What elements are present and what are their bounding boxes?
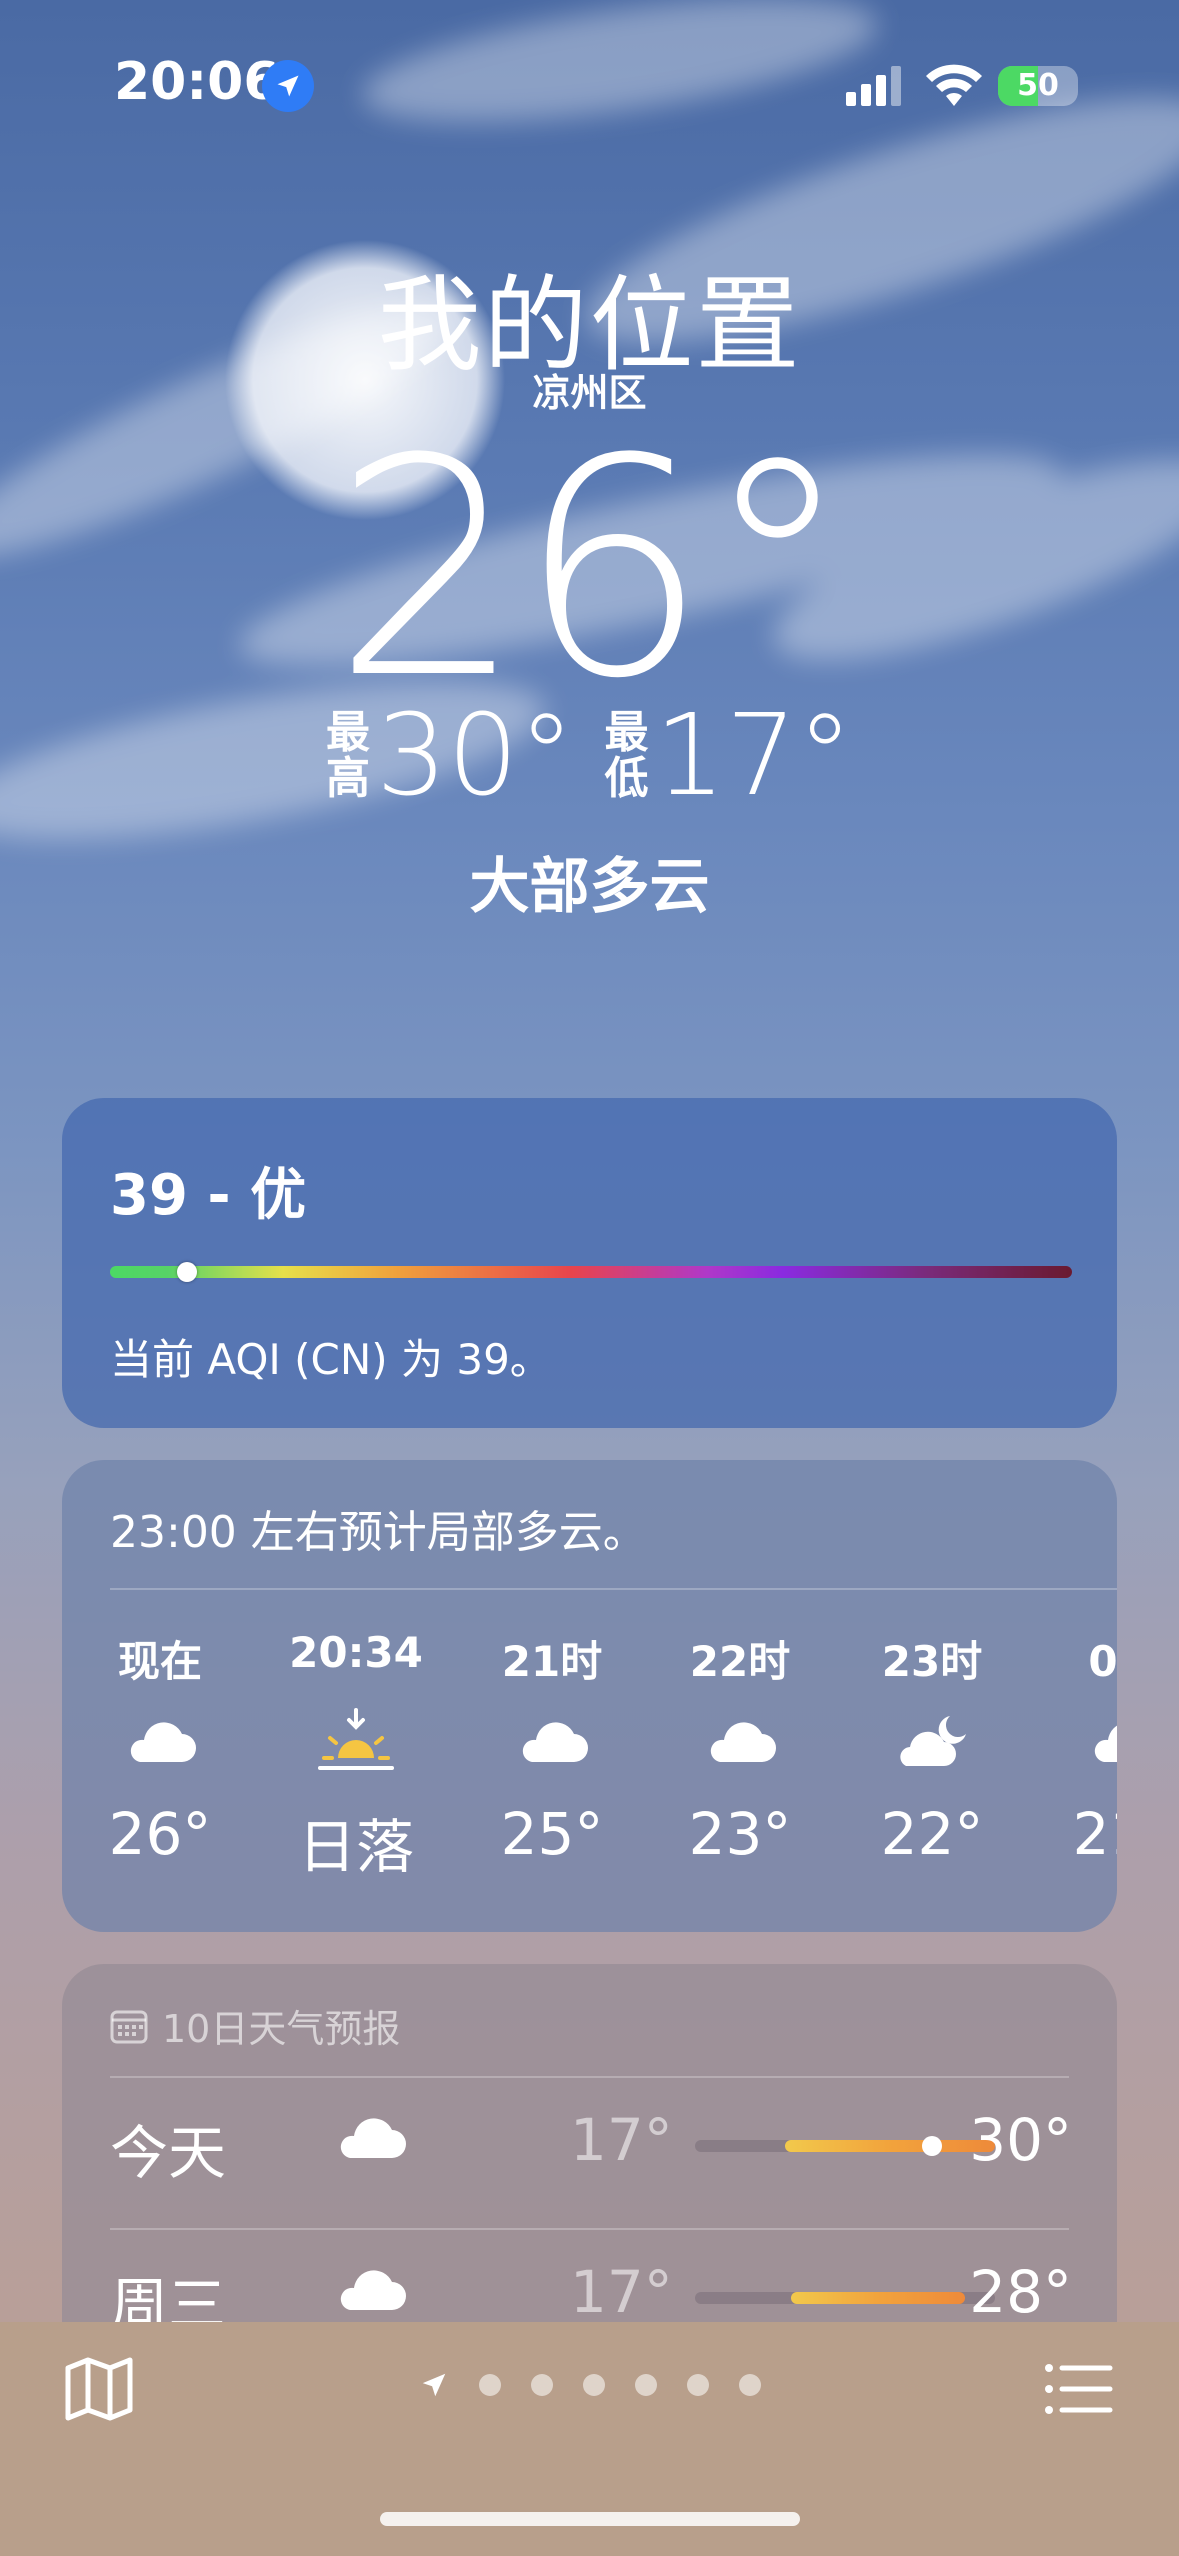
hour-item: 0时 21° — [1034, 1628, 1117, 1868]
page-dot — [686, 2374, 709, 2396]
hour-item: 现在 26° — [70, 1628, 250, 1868]
temp-range-fill — [785, 2140, 995, 2152]
current-temperature: 26° — [332, 395, 853, 744]
cloud-icon — [650, 1700, 830, 1780]
hour-label: 23时 — [881, 1637, 983, 1686]
hour-item: 20:34 日落 — [266, 1628, 446, 1884]
aqi-description: 当前 AQI (CN) 为 39。 — [110, 1335, 552, 1384]
hour-item: 21时 25° — [462, 1628, 642, 1868]
battery-icon: 50 — [998, 66, 1078, 106]
hour-item: 23时 22° — [842, 1628, 1022, 1868]
hour-temp: 25° — [500, 1800, 604, 1868]
location-arrow-icon — [262, 60, 314, 112]
current-temp-dot — [922, 2136, 942, 2156]
temp-range-fill — [791, 2292, 965, 2304]
cloud-icon — [332, 2264, 408, 2316]
day-high: 30° — [969, 2106, 1072, 2174]
hour-label: 20:34 — [289, 1628, 423, 1677]
high-label: 最高 — [325, 707, 370, 804]
hour-temp: 22° — [880, 1800, 984, 1868]
aqi-value: 39 - 优 — [110, 1163, 307, 1228]
cloud-icon — [70, 1700, 250, 1780]
wifi-icon — [926, 64, 982, 106]
temp-range-bar — [695, 2136, 995, 2156]
weather-condition: 大部多云 — [469, 852, 710, 922]
high-temperature: 30° — [375, 691, 575, 821]
hour-label: 0时 — [1088, 1637, 1117, 1686]
hour-label: 21时 — [501, 1637, 603, 1686]
daily-title: 10日天气预报 — [110, 1998, 400, 2053]
page-dot — [478, 2374, 501, 2396]
list-icon[interactable] — [1044, 2362, 1114, 2416]
page-indicator[interactable] — [0, 2370, 1179, 2400]
page-dot — [582, 2374, 605, 2396]
day-low: 17° — [570, 2106, 673, 2174]
cloud-icon — [1034, 1700, 1117, 1780]
hourly-summary: 23:00 左右预计局部多云。 — [110, 1507, 647, 1558]
status-bar: 20:06 50 — [0, 0, 1179, 170]
hour-temp: 23° — [688, 1800, 792, 1868]
temp-range-bar — [695, 2292, 995, 2304]
air-quality-card[interactable]: 39 - 优 当前 AQI (CN) 为 39。 — [62, 1098, 1117, 1428]
day-low: 17° — [570, 2258, 673, 2326]
hour-temp: 21° — [1072, 1800, 1117, 1868]
aqi-indicator — [176, 1262, 197, 1282]
cloud-icon — [462, 1700, 642, 1780]
aqi-scale-bar — [110, 1262, 1072, 1282]
daily-row[interactable]: 今天 17° 30° — [110, 2082, 1072, 2202]
hour-label: 22时 — [689, 1637, 791, 1686]
calendar-icon — [110, 2010, 148, 2043]
page-dot — [530, 2374, 553, 2396]
high-low: 最高 30° 最低 17° — [0, 700, 1179, 812]
low-label: 最低 — [604, 707, 649, 804]
page-dot — [738, 2374, 761, 2396]
cellular-signal-icon — [846, 66, 901, 106]
page-dot — [634, 2374, 657, 2396]
cloud-moon-icon — [842, 1700, 1022, 1780]
low-temperature: 17° — [654, 691, 854, 821]
day-label: 今天 — [110, 2119, 227, 2187]
hour-label: 现在 — [117, 1637, 202, 1686]
status-time: 20:06 — [114, 52, 280, 112]
cloud-icon — [332, 2112, 408, 2164]
hourly-forecast-card[interactable]: 23:00 左右预计局部多云。 现在 26° 20:34 日落 21时 25° … — [62, 1460, 1117, 1932]
home-indicator — [380, 2512, 800, 2526]
hour-item: 22时 23° — [650, 1628, 830, 1868]
day-high: 28° — [969, 2258, 1072, 2326]
battery-level: 50 — [1017, 68, 1059, 103]
location-page-icon — [422, 2373, 445, 2397]
sunset-icon — [266, 1700, 446, 1780]
sunset-label: 日落 — [297, 1813, 414, 1881]
hour-temp: 26° — [108, 1800, 212, 1868]
